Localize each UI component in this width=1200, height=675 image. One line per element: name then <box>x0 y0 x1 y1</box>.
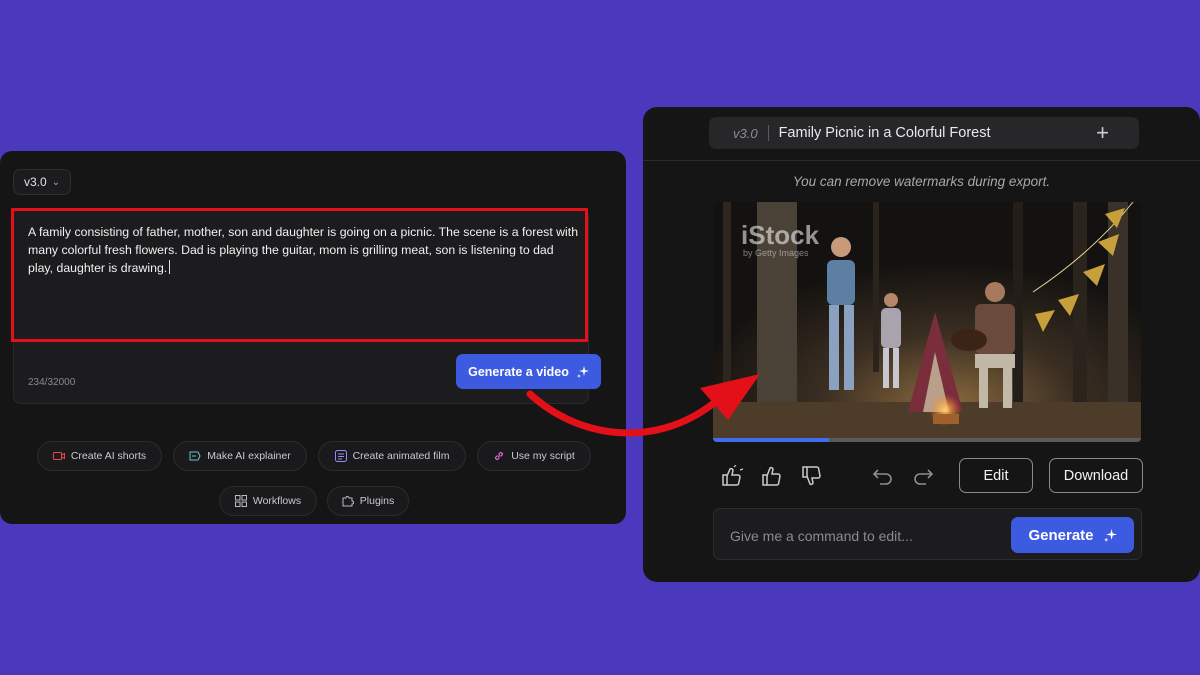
watermark-note: You can remove watermarks during export. <box>792 174 1051 189</box>
chevron-down-icon: ⌄ <box>51 176 61 188</box>
project-title-bar[interactable]: v3.0 Family Picnic in a Colorful Forest … <box>709 117 1139 149</box>
project-title: Family Picnic in a Colorful Forest <box>778 125 991 141</box>
video-progress-fill <box>713 438 829 442</box>
plus-icon[interactable]: + <box>1096 120 1109 146</box>
sparkle-icon <box>576 365 589 378</box>
watermark-subtext: by Getty Images <box>743 248 809 258</box>
version-select[interactable]: v3.0 ⌄ <box>13 169 72 195</box>
generate-label: Generate <box>1028 526 1094 544</box>
video-frame-image: iStock by Getty Images <box>713 202 1141 442</box>
generate-video-label: Generate a video <box>468 364 569 379</box>
video-player[interactable]: iStock by Getty Images <box>713 202 1141 442</box>
thumbs-up-icon[interactable] <box>757 462 787 490</box>
puzzle-icon <box>342 496 354 507</box>
download-label: Download <box>1063 467 1129 484</box>
plugins-chip[interactable]: Plugins <box>327 486 409 516</box>
chip-label: Create AI shorts <box>70 450 147 462</box>
create-animated-film-chip[interactable]: Create animated film <box>318 441 466 471</box>
create-ai-shorts-chip[interactable]: Create AI shorts <box>37 441 162 471</box>
text-caret <box>169 260 171 274</box>
chip-label: Plugins <box>359 495 395 507</box>
make-ai-explainer-chip[interactable]: Make AI explainer <box>173 441 307 471</box>
result-panel: v3.0 Family Picnic in a Colorful Forest … <box>643 107 1200 582</box>
thumbs-down-icon[interactable] <box>797 462 827 490</box>
sparkle-icon <box>1103 528 1117 542</box>
generate-video-button[interactable]: Generate a video <box>456 354 601 389</box>
version-label: v3.0 <box>733 125 758 141</box>
redo-icon[interactable] <box>908 462 938 490</box>
prompt-text[interactable]: A family consisting of father, mother, s… <box>28 223 580 277</box>
edit-button[interactable]: Edit <box>959 458 1033 493</box>
explainer-icon <box>189 451 201 461</box>
link-icon <box>495 451 504 461</box>
generate-button[interactable]: Generate <box>1011 517 1134 553</box>
chip-label: Create animated film <box>352 450 450 462</box>
char-count: 234/32000 <box>28 377 76 388</box>
prompt-panel: v3.0 ⌄ A family consisting of father, mo… <box>0 151 626 524</box>
workflows-chip[interactable]: Workflows <box>219 486 317 516</box>
list-icon <box>334 450 347 462</box>
watermark-text: iStock <box>741 220 820 250</box>
thumbs-up-double-icon[interactable] <box>718 462 748 490</box>
header-divider <box>643 160 1200 161</box>
use-my-script-chip[interactable]: Use my script <box>477 441 591 471</box>
divider <box>767 125 769 141</box>
chip-label: Workflows <box>252 495 302 507</box>
download-button[interactable]: Download <box>1049 458 1143 493</box>
edit-label: Edit <box>983 467 1009 484</box>
chip-label: Make AI explainer <box>207 450 291 462</box>
undo-icon[interactable] <box>868 462 898 490</box>
video-progress-bar[interactable] <box>713 438 1141 442</box>
command-input[interactable] <box>728 521 1002 551</box>
command-box: Generate <box>713 508 1142 560</box>
grid-icon <box>234 495 247 507</box>
chip-label: Use my script <box>511 450 575 462</box>
video-icon <box>52 452 65 460</box>
version-label: v3.0 <box>24 175 47 189</box>
